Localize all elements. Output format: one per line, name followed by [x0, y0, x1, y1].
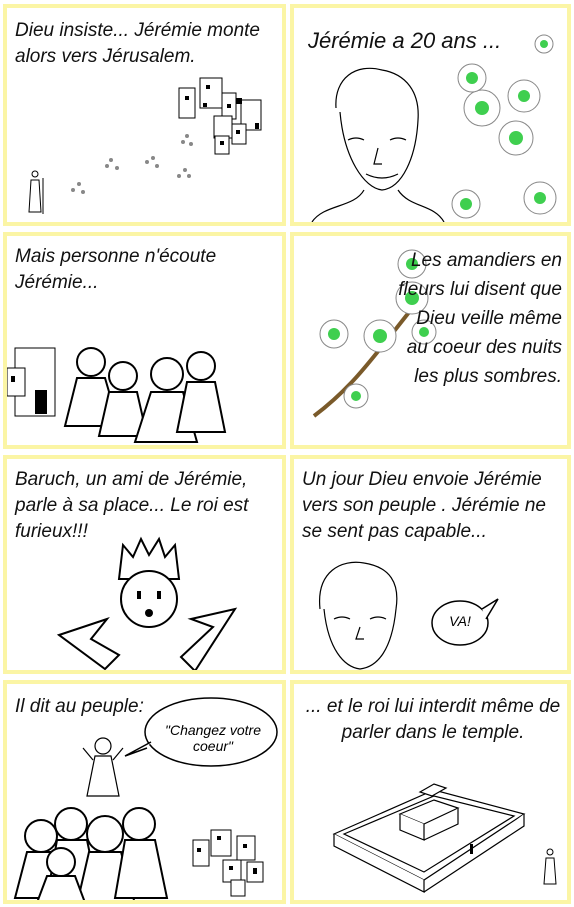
jeremie-face-drawing	[319, 561, 499, 670]
comic-panel-6: Un jour Dieu envoie Jérémie vers son peu…	[290, 455, 571, 674]
crowd-people-icons	[13, 807, 169, 900]
comic-panel-8: ... et le roi lui interdit même de parle…	[290, 680, 571, 904]
temple-drawing	[332, 783, 557, 893]
jeremie-portrait-with-blossoms	[311, 34, 557, 222]
jeremie-face	[311, 67, 445, 222]
king-figure-icon	[543, 848, 557, 885]
angry-king-drawing	[56, 536, 238, 670]
comic-panel-4: Les amandiers en fleurs lui disent que D…	[290, 232, 571, 449]
crowd-drawing	[7, 347, 227, 443]
comic-panel-5: Baruch, un ami de Jérémie, parle à sa pl…	[3, 455, 286, 674]
jerusalem-city-drawing	[28, 77, 262, 214]
changez-bubble-text: "Changez votre coeur"	[164, 722, 262, 754]
panel-4-caption: Les amandiers en fleurs lui disent que D…	[398, 250, 562, 387]
almond-blossom-icons	[451, 34, 557, 219]
jeremie-walker-icon	[28, 170, 44, 214]
comic-panel-7: Il dit au peuple: "Changez votre coeur"	[3, 680, 286, 904]
comic-panel-2: Jérémie a 20 ans ...	[290, 4, 571, 226]
comic-panel-3: Mais personne n'écoute Jérémie...	[3, 232, 286, 449]
va-bubble-text: VA!	[449, 613, 471, 629]
preaching-crowd-drawing	[13, 697, 278, 900]
preacher-icon	[82, 737, 124, 797]
comic-panel-1: Dieu insiste... Jérémie monte alors vers…	[3, 4, 286, 226]
people-icons	[63, 347, 227, 443]
